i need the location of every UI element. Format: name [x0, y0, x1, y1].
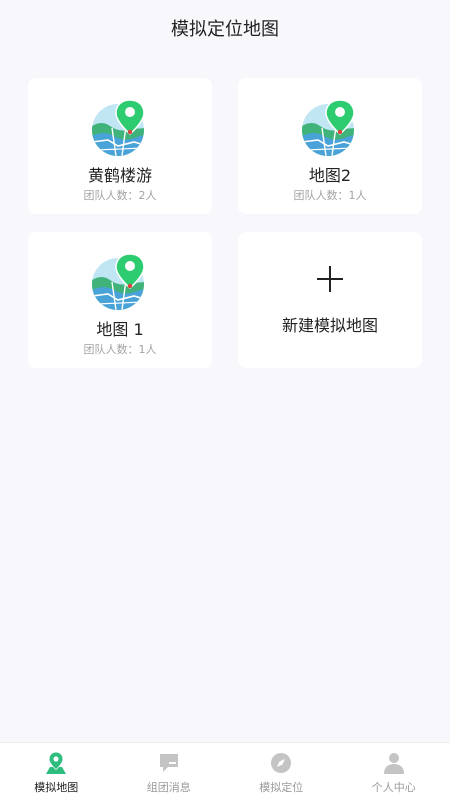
compass-icon — [271, 753, 292, 773]
tab-simulated-location[interactable]: 模拟定位 — [225, 743, 338, 800]
tab-profile[interactable]: 个人中心 — [338, 743, 450, 800]
map-card-2[interactable]: 地图2 团队人数：1人 — [238, 78, 422, 214]
map-card-1[interactable]: 黄鹤楼游 团队人数：2人 — [28, 78, 212, 214]
map-icon — [298, 96, 362, 160]
map-card-members: 团队人数：1人 — [293, 189, 367, 202]
new-map-label: 新建模拟地图 — [281, 316, 378, 335]
tab-label: 模拟地图 — [34, 781, 79, 794]
map-card-members: 团队人数：2人 — [83, 189, 157, 202]
tab-group-messages[interactable]: 组团消息 — [113, 743, 226, 800]
map-card-name: 地图 1 — [96, 320, 144, 339]
chat-icon — [159, 754, 178, 772]
map-pin-icon — [46, 752, 67, 774]
map-icon — [88, 96, 152, 160]
tab-label: 个人中心 — [371, 781, 416, 794]
app-header: 模拟定位地图 — [0, 0, 450, 56]
bottom-tab-bar: 模拟地图 组团消息 模拟定位 个人中心 — [0, 742, 450, 800]
map-card-name: 地图2 — [308, 166, 352, 185]
map-icon — [88, 250, 152, 314]
plus-icon — [317, 266, 343, 292]
map-card-name: 黄鹤楼游 — [87, 166, 152, 185]
tab-label: 组团消息 — [146, 781, 191, 794]
map-card-3[interactable]: 地图 1 团队人数：1人 — [28, 232, 212, 368]
new-map-card[interactable]: 新建模拟地图 — [238, 232, 422, 368]
person-icon — [383, 753, 404, 774]
tab-label: 模拟定位 — [259, 781, 304, 794]
tab-simulated-map[interactable]: 模拟地图 — [0, 743, 113, 800]
map-card-members: 团队人数：1人 — [83, 343, 157, 356]
page-title: 模拟定位地图 — [171, 19, 279, 40]
